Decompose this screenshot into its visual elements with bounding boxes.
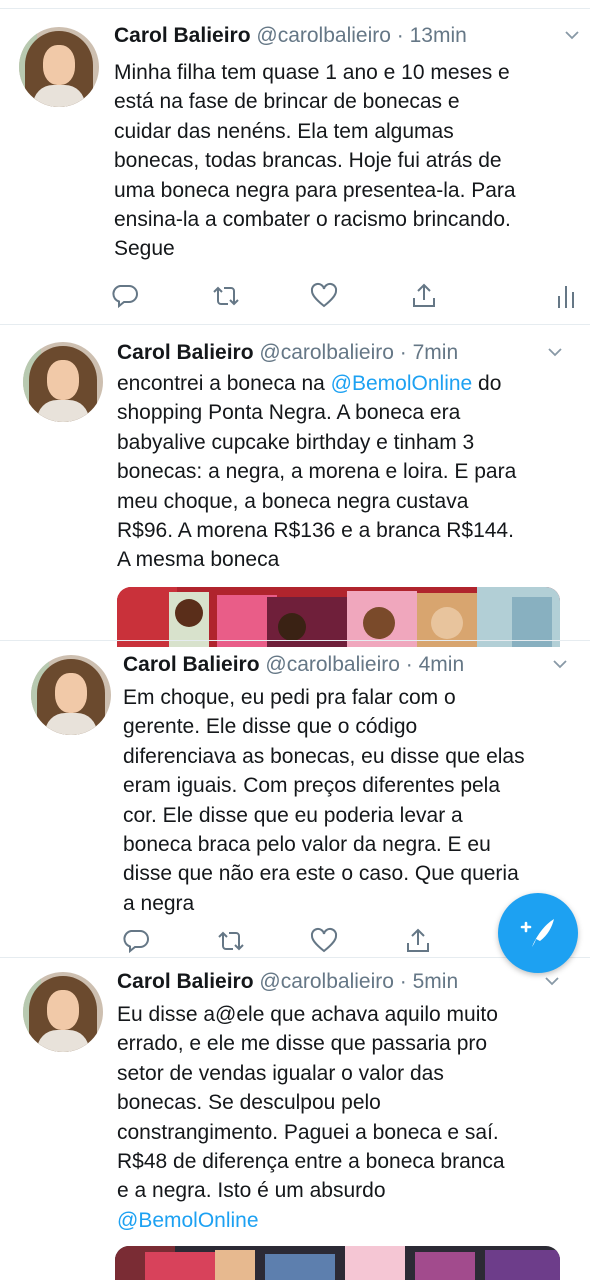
compose-tweet-icon [516, 913, 560, 953]
tweet-text: Em choque, eu pedi pra falar com o geren… [123, 686, 525, 915]
tweet-4[interactable]: Carol Balieiro @carolbalieiro · 5min Eu … [0, 958, 590, 1280]
author-name[interactable]: Carol Balieiro [114, 24, 251, 47]
separator-dot: · [393, 341, 413, 364]
author-name[interactable]: Carol Balieiro [123, 653, 260, 676]
share-icon[interactable] [404, 927, 432, 955]
avatar[interactable] [19, 27, 99, 107]
tweet-1[interactable]: Carol Balieiro @carolbalieiro · 13min Mi… [0, 10, 590, 324]
reply-icon[interactable] [123, 927, 151, 955]
chevron-down-icon[interactable] [560, 26, 584, 50]
avatar[interactable] [31, 655, 111, 735]
author-handle[interactable]: @carolbalieiro [259, 341, 394, 364]
separator-dot: · [390, 24, 410, 47]
tweet-2[interactable]: Carol Balieiro @carolbalieiro · 7min enc… [0, 325, 590, 647]
analytics-icon[interactable] [553, 282, 581, 310]
tweet-3[interactable]: Carol Balieiro @carolbalieiro · 4min Em … [0, 641, 590, 957]
author-handle[interactable]: @carolbalieiro [256, 24, 391, 47]
tweet-text-part: do shopping Ponta Negra. A boneca era ba… [117, 372, 517, 572]
timestamp: 5min [412, 970, 459, 993]
separator-dot: · [399, 653, 419, 676]
heart-icon[interactable] [310, 927, 338, 955]
top-divider [0, 8, 590, 9]
tweet-text: Eu disse a@ele que achava aquilo muito e… [117, 1000, 587, 1235]
separator-dot: · [393, 970, 413, 993]
compose-tweet-button[interactable] [498, 893, 578, 973]
tweet-media-image[interactable] [117, 587, 560, 647]
author-handle[interactable]: @carolbalieiro [259, 970, 394, 993]
tweet-actions [0, 282, 590, 312]
tweet-header: Carol Balieiro @carolbalieiro · 4min [123, 653, 464, 677]
heart-icon[interactable] [310, 282, 338, 310]
chevron-down-icon[interactable] [548, 655, 572, 679]
avatar[interactable] [23, 342, 103, 422]
tweet-text: Minha filha tem quase 1 ano e 10 meses e… [114, 61, 516, 261]
timestamp: 7min [412, 341, 459, 364]
retweet-icon[interactable] [217, 927, 245, 955]
tweet-header: Carol Balieiro @carolbalieiro · 5min [117, 970, 458, 994]
chevron-down-icon[interactable] [543, 343, 567, 367]
tweet-text-part: encontrei a boneca na [117, 372, 331, 395]
avatar[interactable] [23, 972, 103, 1052]
tweet-media-image[interactable] [115, 1246, 560, 1280]
timestamp: 13min [409, 24, 467, 47]
retweet-icon[interactable] [212, 282, 240, 310]
tweet-text: encontrei a boneca na @BemolOnline do sh… [117, 369, 587, 575]
mention-link[interactable]: @BemolOnline [331, 372, 473, 395]
tweet-header: Carol Balieiro @carolbalieiro · 7min [117, 341, 458, 365]
tweet-text-part: Eu disse a@ele que achava aquilo muito e… [117, 1003, 505, 1203]
tweet-header: Carol Balieiro @carolbalieiro · 13min [114, 24, 467, 48]
share-icon[interactable] [410, 282, 438, 310]
reply-icon[interactable] [112, 282, 140, 310]
chevron-down-icon[interactable] [540, 972, 564, 996]
author-handle[interactable]: @carolbalieiro [265, 653, 400, 676]
author-name[interactable]: Carol Balieiro [117, 341, 254, 364]
mention-link[interactable]: @BemolOnline [117, 1209, 259, 1232]
timestamp: 4min [418, 653, 465, 676]
author-name[interactable]: Carol Balieiro [117, 970, 254, 993]
